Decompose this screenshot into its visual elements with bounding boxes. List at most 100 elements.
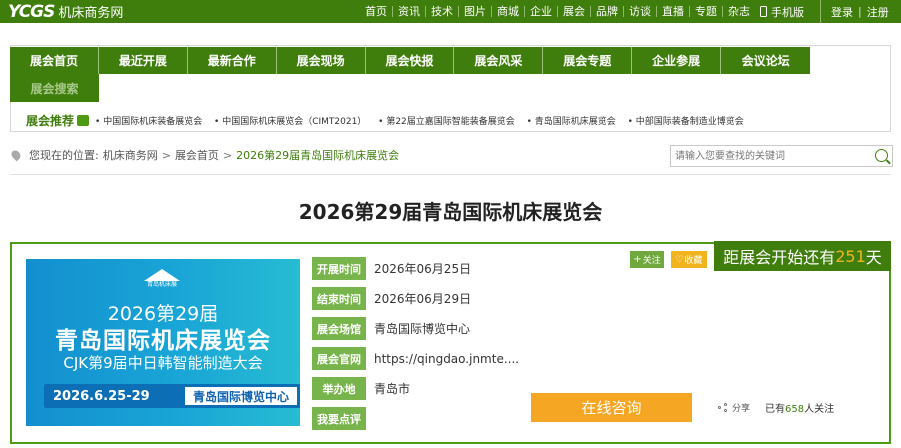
info-label: 开展时间	[312, 257, 366, 280]
follower-count: 已有658人关注	[765, 400, 834, 415]
top-nav-mall[interactable]: 商城	[492, 6, 525, 17]
top-nav-brands[interactable]: 品牌	[591, 6, 624, 17]
website-link[interactable]: https://qingdao.jnmte....	[374, 352, 519, 366]
top-nav-companies[interactable]: 企业	[525, 6, 558, 17]
info-label: 展会官网	[312, 347, 366, 370]
share-button[interactable]: 分享	[718, 401, 750, 414]
top-nav-magazine[interactable]: 杂志	[723, 6, 755, 17]
location-pin-icon	[9, 148, 23, 162]
search-icon[interactable]	[875, 149, 888, 162]
expo-emblem: 青岛机床展	[144, 269, 180, 289]
top-nav-home[interactable]: 首页	[360, 6, 393, 17]
favorite-label: 收藏	[684, 256, 703, 266]
poster-venue: 青岛国际博览中心	[185, 387, 298, 405]
countdown-prefix: 距展会开始还有	[723, 248, 836, 267]
nav-exhibitors[interactable]: 企业参展	[632, 47, 722, 74]
recommend-item[interactable]: 中国国际机床装备展览会	[95, 117, 202, 127]
recommend-item[interactable]: 青岛国际机床展览会	[527, 117, 616, 127]
info-value: 2026年06月25日	[374, 262, 472, 276]
countdown-suffix: 天	[865, 248, 882, 267]
poster-info-bar: 2026.6.25-29 青岛国际博览中心	[44, 384, 300, 408]
nav-cooperation[interactable]: 最新合作	[188, 47, 277, 74]
nav-forums[interactable]: 会议论坛	[721, 47, 810, 74]
recommend-items: 中国国际机床装备展览会 中国国际机床展览会（CIMT2021） 第22届立嘉国际…	[95, 113, 752, 127]
follower-prefix: 已有	[765, 404, 785, 415]
info-label: 举办地	[312, 377, 366, 400]
info-label: 结束时间	[312, 287, 366, 310]
follow-label: 关注	[642, 256, 661, 266]
follow-button[interactable]: + 关注	[630, 251, 664, 268]
poster-subtitle: CJK第9届中日韩智能制造大会	[63, 354, 263, 372]
login-link[interactable]: 登录	[831, 4, 853, 20]
top-nav-topics[interactable]: 专题	[690, 6, 723, 17]
heart-icon: ♡	[675, 254, 684, 265]
nav-bulletin[interactable]: 展会快报	[366, 47, 455, 74]
nav-special[interactable]: 展会专题	[543, 47, 633, 74]
breadcrumb-arrow: >	[161, 148, 171, 162]
top-nav-tech[interactable]: 技术	[426, 6, 459, 17]
info-row-city: 举办地 青岛市	[312, 377, 410, 400]
emblem-text: 青岛机床展	[146, 281, 177, 288]
auth-links: 登录 | 注册	[820, 0, 894, 23]
recommend-label: 展会推荐	[26, 113, 75, 128]
top-nav-exhibitions[interactable]: 展会	[558, 6, 591, 17]
info-row-venue: 展会场馆 青岛国际博览中心	[312, 317, 470, 340]
breadcrumb-prefix: 您现在的位置:	[29, 149, 99, 162]
info-row-website: 展会官网 https://qingdao.jnmte....	[312, 347, 519, 370]
thumbs-up-icon	[77, 114, 90, 126]
nav-gallery[interactable]: 展会风采	[454, 47, 544, 74]
poster-date: 2026.6.25-29	[53, 388, 150, 404]
info-row-review: 我要点评	[312, 407, 366, 430]
nav-expo-home[interactable]: 展会首页	[10, 47, 99, 74]
countdown-badge: 距展会开始还有 251 天	[714, 241, 891, 271]
info-value: 青岛国际博览中心	[374, 322, 471, 336]
top-nav: 首页 资讯 技术 图片 商城 企业 展会 品牌 访谈 直播 专题 杂志	[360, 0, 755, 23]
site-logo[interactable]: YCGS 机床商务网	[8, 2, 123, 22]
info-value: 2026年06月29日	[374, 292, 472, 306]
breadcrumb-item-expo-home[interactable]: 展会首页	[175, 147, 219, 163]
logo-mark: YCGS	[8, 1, 55, 22]
nav-onsite[interactable]: 展会现场	[277, 47, 366, 74]
review-button[interactable]: 我要点评	[312, 407, 366, 430]
favorite-button[interactable]: ♡ 收藏	[671, 251, 707, 268]
breadcrumb: 您现在的位置: 机床商务网 > 展会首页 > 2026第29届青岛国际机床展览会	[9, 146, 400, 164]
triangle-icon	[144, 269, 180, 281]
expo-poster: 青岛机床展 2026第29届 青岛国际机床展览会 CJK第9届中日韩智能制造大会…	[26, 259, 300, 426]
mobile-version-label: 手机版	[771, 5, 804, 19]
top-bar: YCGS 机床商务网 首页 资讯 技术 图片 商城 企业 展会 品牌 访谈 直播…	[0, 0, 901, 23]
recommend-bar: 展会推荐 中国国际机床装备展览会 中国国际机床展览会（CIMT2021） 第22…	[26, 110, 752, 130]
nav-expo-search[interactable]: 展会搜索	[10, 74, 99, 102]
breadcrumb-arrow: >	[222, 148, 233, 162]
share-icon	[718, 402, 729, 413]
recommend-item[interactable]: 第22届立嘉国际智能装备展览会	[378, 117, 515, 127]
plus-icon: +	[633, 254, 642, 265]
recommend-item[interactable]: 中国国际机床展览会（CIMT2021）	[214, 117, 366, 127]
breadcrumb-item-site[interactable]: 机床商务网	[103, 147, 158, 163]
nav-recent[interactable]: 最近开展	[99, 47, 188, 74]
divider	[10, 174, 891, 175]
online-consult-button[interactable]: 在线咨询	[531, 393, 692, 422]
auth-separator: |	[858, 5, 862, 18]
top-nav-news[interactable]: 资讯	[393, 6, 426, 17]
register-link[interactable]: 注册	[867, 4, 889, 20]
follower-number: 658	[785, 404, 805, 415]
page-title: 2026第29届青岛国际机床展览会	[298, 200, 603, 224]
follower-suffix: 人关注	[804, 404, 835, 415]
recommend-item[interactable]: 中部国际装备制造业博览会	[628, 117, 744, 127]
search-input[interactable]	[675, 147, 870, 165]
mobile-version-link[interactable]: 手机版	[760, 0, 804, 23]
top-nav-interviews[interactable]: 访谈	[624, 6, 657, 17]
breadcrumb-current: 2026第29届青岛国际机床展览会	[236, 149, 400, 162]
logo-text: 机床商务网	[58, 6, 124, 21]
countdown-days: 251	[835, 246, 866, 266]
top-nav-images[interactable]: 图片	[459, 6, 492, 17]
info-value: 青岛市	[374, 382, 411, 396]
search-box	[670, 145, 893, 167]
top-nav-live[interactable]: 直播	[657, 6, 690, 17]
poster-title: 青岛国际机床展览会	[55, 328, 271, 354]
info-row-end: 结束时间 2026年06月29日	[312, 287, 471, 310]
phone-icon	[760, 6, 767, 17]
share-label: 分享	[732, 404, 751, 414]
main-nav: 展会首页 最近开展 最新合作 展会现场 展会快报 展会风采 展会专题 企业参展 …	[10, 47, 810, 74]
info-label: 展会场馆	[312, 317, 366, 340]
